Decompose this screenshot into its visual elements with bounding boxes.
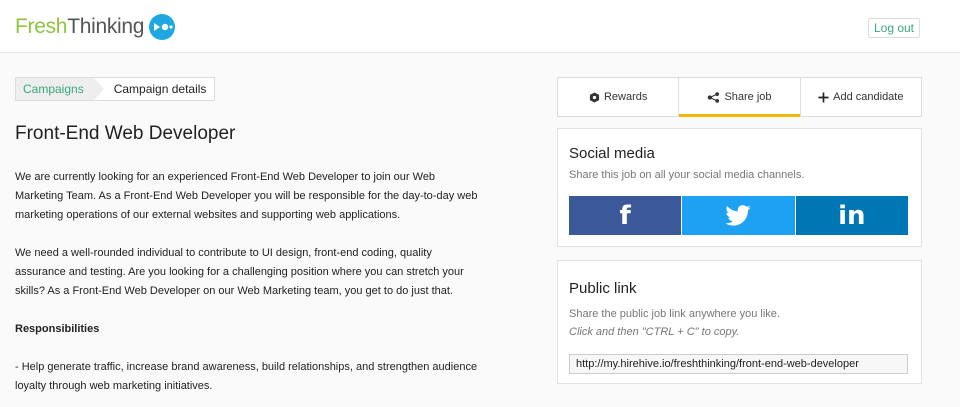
social-media-panel: Social media Share this job on all your … — [557, 128, 922, 247]
logo-thinking: Thinking — [67, 15, 145, 38]
tab-label: Rewards — [603, 91, 648, 103]
breadcrumb-campaign-details: Campaign details — [113, 82, 207, 96]
public-link-title: Public link — [569, 280, 637, 297]
linkedin-icon: in — [838, 200, 866, 231]
fresh-thinking-logo[interactable]: FreshThinking — [15, 13, 176, 41]
logout-button[interactable]: Log out — [868, 18, 920, 38]
social-buttons: f in — [569, 196, 908, 235]
share-icon — [708, 91, 720, 103]
logo-text: FreshThinking — [15, 15, 144, 39]
rewards-icon — [589, 91, 600, 103]
public-link-subtitle: Share the public job link anywhere you l… — [569, 308, 780, 320]
social-media-subtitle: Share this job on all your social media … — [569, 169, 805, 181]
tab-share-job[interactable]: Share job — [679, 78, 801, 117]
tab-label: Share job — [724, 91, 772, 103]
breadcrumb-campaigns[interactable]: Campaigns — [16, 78, 104, 100]
job-title: Front-End Web Developer — [15, 123, 236, 144]
job-description: We are currently looking for an experien… — [15, 168, 485, 407]
public-link-panel: Public link Share the public job link an… — [557, 260, 922, 384]
job-actions-tabs: Rewards Share job Add candidate — [557, 77, 922, 117]
logo-icon — [149, 14, 176, 40]
job-paragraph: We need a well-rounded individual to con… — [15, 247, 464, 297]
responsibilities-heading: Responsibilities — [15, 323, 100, 335]
plus-icon — [818, 91, 829, 103]
job-paragraph: We are currently looking for an experien… — [15, 171, 478, 221]
tab-label: Add candidate — [833, 91, 904, 103]
tab-add-candidate[interactable]: Add candidate — [801, 78, 921, 116]
facebook-share-button[interactable]: f — [569, 196, 683, 235]
tab-rewards[interactable]: Rewards — [558, 78, 680, 116]
social-media-title: Social media — [569, 145, 655, 162]
top-bar: FreshThinking Log out — [0, 0, 960, 53]
logo-fresh: Fresh — [15, 15, 68, 38]
public-link-input[interactable] — [569, 354, 908, 374]
facebook-icon: f — [619, 200, 631, 231]
breadcrumb: Campaigns Campaign details — [15, 77, 216, 101]
public-link-hint: Click and then "CTRL + C" to copy. — [569, 326, 740, 338]
twitter-share-button[interactable] — [682, 196, 796, 235]
responsibility-item: - Help generate traffic, increase brand … — [15, 361, 478, 392]
twitter-icon — [725, 205, 752, 226]
linkedin-share-button[interactable]: in — [795, 196, 908, 235]
